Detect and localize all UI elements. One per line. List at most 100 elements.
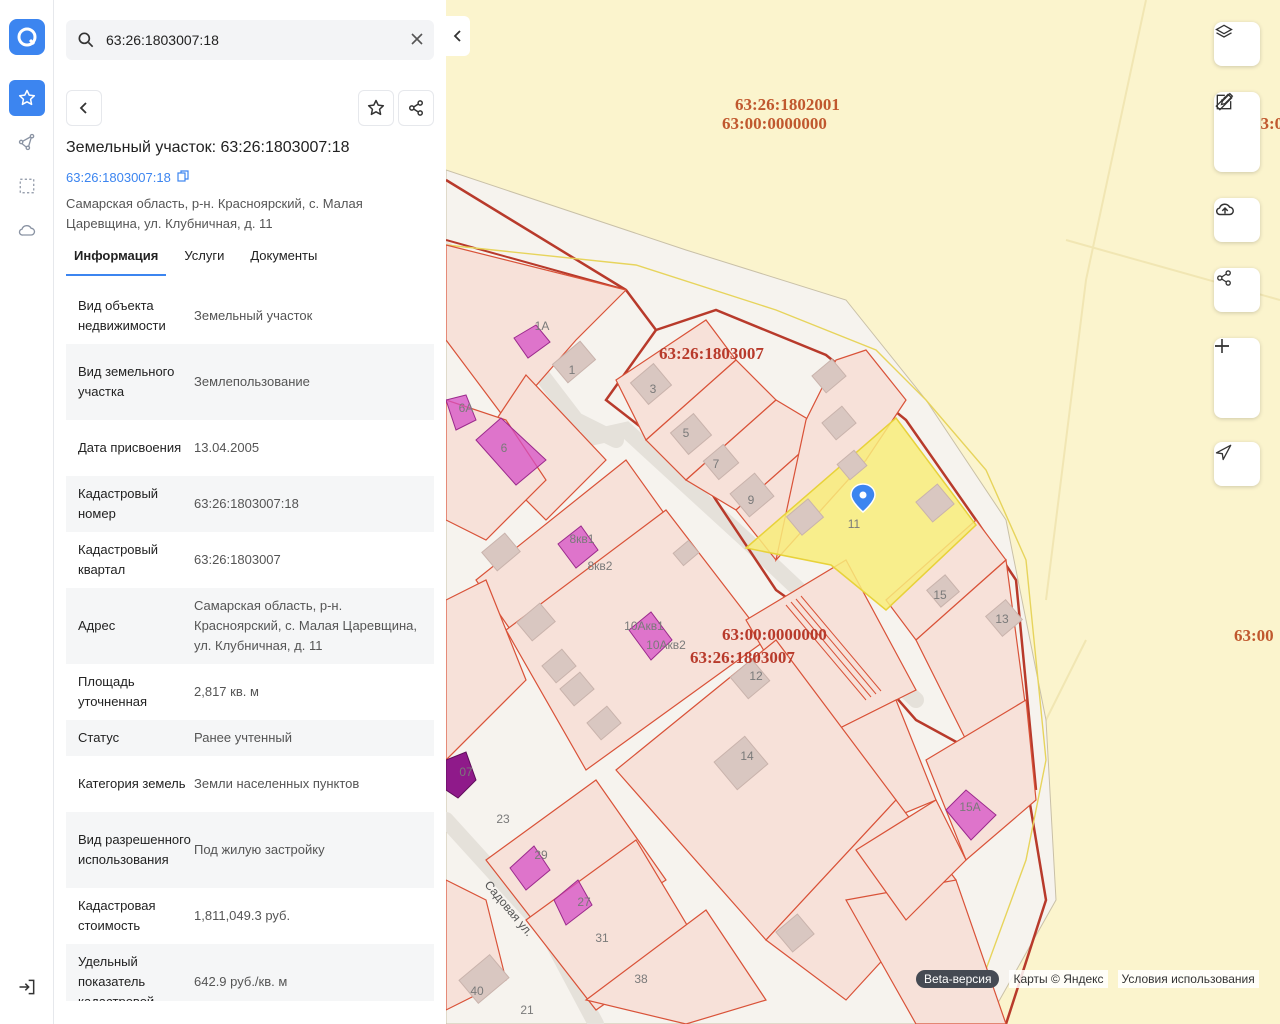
row-value: Под жилую застройку — [194, 842, 325, 857]
table-row: Дата присвоения 13.04.2005 — [66, 420, 434, 476]
map-canvas[interactable]: 1 1А 3 5 7 9 11 15 13 12 14 15А 6А 6 8кв… — [446, 0, 1280, 1024]
table-row: Вид земельного участка Землепользование — [66, 344, 434, 420]
lot-label: 9 — [748, 493, 755, 507]
row-value: 13.04.2005 — [194, 440, 260, 455]
lot-label: 31 — [595, 931, 609, 945]
tab-services[interactable]: Услуги — [176, 244, 232, 276]
lot-label: 3 — [650, 382, 657, 396]
quarter-label: 63:26:1803007 — [659, 344, 764, 363]
quarter-label: 63:00 — [1234, 626, 1274, 645]
locate-icon[interactable] — [1215, 444, 1259, 482]
cadastral-link-text[interactable]: 63:26:1803007:18 — [66, 170, 171, 185]
row-key: Вид объекта недвижимости — [78, 298, 166, 333]
tabs: Информация Услуги Документы — [66, 244, 335, 276]
upload-control[interactable] — [1214, 198, 1260, 242]
info-table: Вид объекта недвижимости Земельный участо… — [66, 288, 434, 1001]
row-value: 2,817 кв. м — [194, 684, 259, 699]
row-key: Удельный показатель кадастровой — [78, 954, 154, 1001]
lot-label: 6 — [501, 441, 508, 455]
tools-control — [1214, 92, 1260, 172]
row-key: Вид земельного участка — [78, 364, 175, 399]
lot-label: 1 — [569, 363, 576, 377]
lot-label: 29 — [534, 848, 548, 862]
zoom-out-icon[interactable] — [1215, 345, 1259, 416]
lot-label: 5 — [683, 426, 690, 440]
cloud-icon[interactable] — [9, 212, 45, 248]
favorite-button[interactable] — [358, 90, 394, 126]
route-icon[interactable] — [9, 124, 45, 160]
share-control[interactable] — [1214, 268, 1260, 312]
share-button[interactable] — [398, 90, 434, 126]
close-icon[interactable] — [410, 32, 424, 51]
table-row: Статус Ранее учтенный — [66, 720, 434, 756]
selection-icon[interactable] — [9, 168, 45, 204]
cadastral-link[interactable]: 63:26:1803007:18 — [66, 170, 189, 185]
quarter-label: 63:26:1802001 — [735, 95, 840, 114]
layers-control[interactable] — [1214, 22, 1260, 66]
collapse-panel-button[interactable] — [446, 16, 470, 56]
upload-icon[interactable] — [1215, 202, 1259, 238]
lot-label: 6А — [459, 401, 474, 415]
locate-control[interactable] — [1214, 442, 1260, 486]
object-address: Самарская область, р-н. Красноярский, с.… — [66, 196, 363, 231]
row-value: Земельный участок — [194, 308, 313, 323]
lot-label: 12 — [749, 669, 763, 683]
lot-label: 11 — [848, 517, 861, 531]
page-title: Земельный участок: 63:26:1803007:18 — [66, 139, 350, 156]
tab-info[interactable]: Информация — [66, 244, 167, 276]
lot-label: 07 — [459, 765, 473, 779]
lot-label: 15 — [933, 588, 947, 602]
map-drawing: 1 1А 3 5 7 9 11 15 13 12 14 15А 6А 6 8кв… — [446, 0, 1280, 1024]
row-key: Вид разрешенного использования — [78, 832, 191, 867]
row-key: Кадастровый номер — [78, 486, 159, 521]
lot-label: 27 — [577, 895, 591, 909]
tab-documents[interactable]: Документы — [242, 244, 325, 276]
left-rail — [0, 0, 54, 1024]
row-key: Адрес — [78, 618, 116, 633]
logo-icon[interactable] — [9, 19, 45, 55]
lot-label: 7 — [713, 457, 720, 471]
logout-icon[interactable] — [9, 969, 45, 1005]
layers-icon[interactable] — [1215, 24, 1259, 62]
edit-icon[interactable] — [1215, 92, 1259, 170]
table-row: Кадастровый номер 63:26:1803007:18 — [66, 476, 434, 532]
search-box[interactable]: 63:26:1803007:18 — [66, 20, 434, 60]
copy-icon[interactable] — [177, 170, 189, 185]
lot-label: 1А — [535, 319, 550, 333]
table-row: Кадастровый квартал 63:26:1803007 — [66, 532, 434, 588]
row-value: 63:26:1803007:18 — [194, 496, 299, 511]
lot-label: 13 — [995, 612, 1009, 626]
row-value: Ранее учтенный — [194, 730, 292, 745]
table-row: Удельный показатель кадастровой 642.9 руб… — [66, 944, 434, 1001]
table-row: Вид разрешенного использования Под жилую … — [66, 812, 434, 888]
table-row: Категория земель Земли населенных пунктов — [66, 756, 434, 812]
search-icon — [76, 30, 96, 55]
terms-link[interactable]: Условия использования — [1117, 970, 1259, 988]
share-icon[interactable] — [1215, 270, 1259, 308]
row-key: Площадь уточненная — [78, 674, 148, 709]
quarter-label: 63:00:0000000 — [722, 625, 827, 644]
lot-label: 38 — [634, 972, 648, 986]
quarter-label: 63:00:0000000 — [722, 114, 827, 133]
table-row: Площадь уточненная 2,817 кв. м — [66, 664, 434, 720]
row-key: Кадастровый квартал — [78, 542, 159, 577]
search-input[interactable]: 63:26:1803007:18 — [106, 32, 219, 48]
lot-label: 14 — [740, 749, 754, 763]
lot-label: 40 — [470, 984, 484, 998]
beta-badge: Beta-версия — [916, 970, 1000, 988]
row-value: 1,811,049.3 руб. — [194, 908, 291, 923]
table-row: Кадастровая стоимость 1,811,049.3 руб. — [66, 888, 434, 944]
lot-label: 10Акв1 — [624, 619, 664, 633]
favorites-icon[interactable] — [9, 80, 45, 116]
row-key: Кадастровая стоимость — [78, 898, 156, 933]
lot-label: 8кв1 — [570, 532, 595, 546]
lot-label: 23 — [496, 812, 510, 826]
row-value: 642.9 руб./кв. м — [194, 974, 288, 989]
row-value: Самарская область, р-н. Красноярский, с.… — [194, 598, 418, 653]
table-row: Адрес Самарская область, р-н. Красноярски… — [66, 588, 434, 664]
back-button[interactable] — [66, 90, 102, 126]
maps-copyright-link[interactable]: Карты © Яндекс — [1009, 970, 1108, 988]
table-row: Вид объекта недвижимости Земельный участо… — [66, 288, 434, 344]
map-attribution: Beta-версия Карты © Яндекс Условия испол… — [916, 969, 1259, 989]
quarter-label: 63:26:1803007 — [690, 648, 795, 667]
